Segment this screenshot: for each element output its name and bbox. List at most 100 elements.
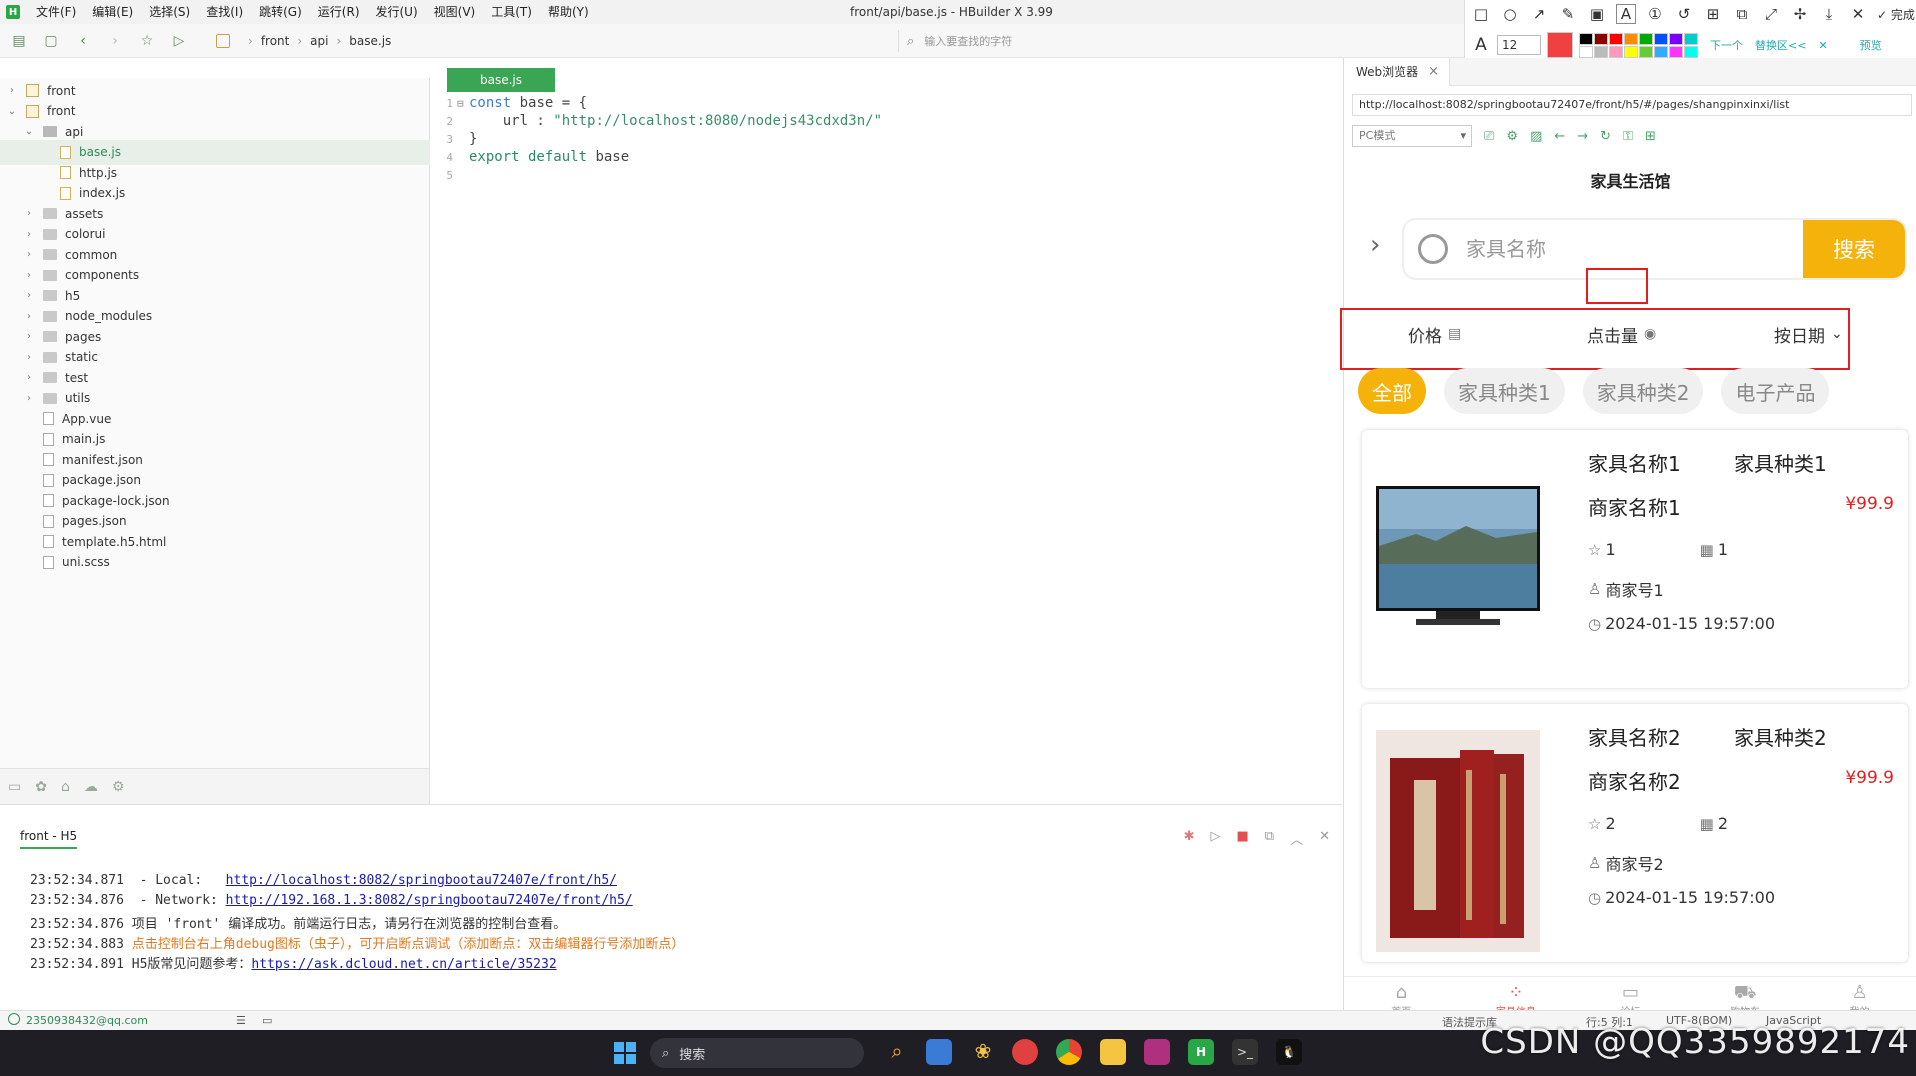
menu-item[interactable]: 工具(T) bbox=[483, 0, 540, 24]
breadcrumb-item[interactable]: api bbox=[310, 34, 328, 48]
debug-icon[interactable]: ⚙ bbox=[1506, 129, 1518, 144]
cloud-icon[interactable]: ☁ bbox=[84, 779, 98, 795]
sort-date[interactable]: 按日期 ⌄ bbox=[1774, 322, 1843, 347]
palette-swatch[interactable] bbox=[1579, 32, 1593, 45]
refresh-icon[interactable]: ↻ bbox=[1600, 129, 1611, 144]
category-chip[interactable]: 全部 bbox=[1358, 368, 1426, 414]
product-card[interactable]: 家具名称1 家具种类1 商家名称1 ¥99.9 ☆ 1 ▦ 1 ♙ 商家号1 ◷ 2024-01-15… bbox=[1362, 430, 1908, 688]
palette-swatch[interactable] bbox=[1684, 45, 1698, 58]
expand-tool-icon[interactable]: ⤢ bbox=[1761, 4, 1781, 24]
settings-icon[interactable]: ⚙ bbox=[112, 779, 125, 795]
category-chip[interactable]: 电子产品 bbox=[1721, 368, 1830, 414]
menu-item[interactable]: 视图(V) bbox=[426, 0, 484, 24]
line-number[interactable]: 3 bbox=[431, 133, 453, 146]
chevron-right-icon[interactable]: › bbox=[23, 249, 35, 260]
code-line[interactable]: 5 bbox=[431, 164, 469, 186]
chevron-right-icon[interactable]: › bbox=[23, 208, 35, 219]
terminal-icon[interactable]: ▭ bbox=[262, 1014, 272, 1027]
line-number[interactable]: 2 bbox=[431, 115, 453, 128]
line-number[interactable]: 4 bbox=[431, 151, 453, 164]
open-external-icon[interactable]: ⧉ bbox=[1265, 829, 1274, 848]
nav-back-icon[interactable]: ← bbox=[1554, 129, 1565, 144]
number-tool-icon[interactable]: ① bbox=[1645, 4, 1665, 24]
sort-clicks[interactable]: 点击量 ◉ bbox=[1587, 322, 1656, 347]
clear-icon[interactable]: ✕ bbox=[1319, 829, 1330, 848]
chevron-right-icon[interactable]: › bbox=[23, 393, 35, 404]
color-palette[interactable] bbox=[1579, 32, 1698, 58]
editor-tab-base-js[interactable]: base.js bbox=[447, 68, 555, 92]
account-label[interactable]: 2350938432@qq.com bbox=[26, 1014, 148, 1027]
palette-swatch[interactable] bbox=[1639, 45, 1653, 58]
chevron-right-icon[interactable]: › bbox=[1370, 230, 1380, 260]
qrcode-icon[interactable]: ⊞ bbox=[1645, 129, 1656, 144]
palette-swatch[interactable] bbox=[1639, 32, 1653, 45]
chevron-right-icon[interactable]: › bbox=[23, 372, 35, 383]
url-input[interactable]: http://localhost:8082/springbootau72407e… bbox=[1352, 94, 1912, 116]
next-link[interactable]: 下一个 bbox=[1710, 37, 1743, 53]
chevron-down-icon[interactable]: ⌄ bbox=[6, 106, 18, 117]
line-number[interactable]: 1 bbox=[431, 97, 453, 110]
pin-tool-icon[interactable]: ⊞ bbox=[1703, 4, 1723, 24]
sort-price[interactable]: 价格 ▤ bbox=[1408, 322, 1461, 347]
log-link[interactable]: http://192.168.1.3:8082/springbootau7240… bbox=[226, 893, 633, 908]
chevron-right-icon[interactable]: › bbox=[23, 290, 35, 301]
ellipse-tool-icon[interactable]: ○ bbox=[1500, 4, 1520, 24]
copy-tool-icon[interactable]: ⧉ bbox=[1732, 4, 1752, 24]
bank-icon[interactable]: ⌂ bbox=[61, 779, 70, 795]
browser-tab[interactable]: Web浏览器 × bbox=[1344, 57, 1451, 86]
code-editor[interactable]: base.js 1 ⊟ const base = {2 url : "http://… bbox=[431, 58, 1342, 804]
image-icon[interactable]: ▨ bbox=[1530, 129, 1542, 144]
menu-item[interactable]: 帮助(Y) bbox=[540, 0, 597, 24]
lock-icon[interactable]: ⚿ bbox=[1623, 129, 1633, 144]
plugin-icon[interactable]: ✿ bbox=[35, 779, 47, 795]
search-button[interactable]: 搜索 bbox=[1803, 220, 1905, 278]
palette-swatch[interactable] bbox=[1684, 32, 1698, 45]
product-card[interactable]: 家具名称2 家具种类2 商家名称2 ¥99.9 ☆ 2 ▦ 2 ♙ 商家号2 ◷ 2024-01-15… bbox=[1362, 704, 1908, 962]
log-link[interactable]: https://ask.dcloud.net.cn/article/35232 bbox=[251, 957, 556, 972]
forward-icon[interactable]: › bbox=[102, 28, 128, 54]
palette-swatch[interactable] bbox=[1594, 32, 1608, 45]
chevron-right-icon[interactable]: › bbox=[23, 352, 35, 363]
breadcrumb-item[interactable]: base.js bbox=[349, 34, 391, 48]
restart-icon[interactable]: ▷ bbox=[1210, 829, 1220, 848]
terminal-app-icon[interactable]: >_ bbox=[1232, 1039, 1258, 1065]
replace-link[interactable]: 替换区<< bbox=[1755, 37, 1806, 53]
nav-forward-icon[interactable]: → bbox=[1577, 129, 1588, 144]
active-color-swatch[interactable] bbox=[1547, 32, 1573, 58]
menu-item[interactable]: 跳转(G) bbox=[251, 0, 310, 24]
menu-item[interactable]: 运行(R) bbox=[310, 0, 368, 24]
menu-item[interactable]: 选择(S) bbox=[141, 0, 198, 24]
font-size-select[interactable]: 12 bbox=[1497, 35, 1541, 55]
hbuilder-icon[interactable]: H bbox=[1188, 1039, 1214, 1065]
windows-start-icon[interactable] bbox=[614, 1042, 636, 1064]
paw-app-icon[interactable]: ❀ bbox=[970, 1039, 996, 1065]
arrow-tool-icon[interactable]: ↗ bbox=[1529, 4, 1549, 24]
palette-swatch[interactable] bbox=[1609, 45, 1623, 58]
preview-button[interactable]: 预览 bbox=[1860, 37, 1882, 53]
undo-icon[interactable]: ↺ bbox=[1674, 4, 1694, 24]
taskbar-search[interactable]: ⌕ 搜索 bbox=[650, 1038, 864, 1068]
text-tool-icon[interactable]: A bbox=[1616, 4, 1636, 24]
chevron-right-icon[interactable]: › bbox=[6, 85, 18, 96]
menu-item[interactable]: 文件(F) bbox=[28, 0, 84, 24]
palette-swatch[interactable] bbox=[1624, 32, 1638, 45]
download-icon[interactable]: ⤓ bbox=[1819, 4, 1839, 24]
chevron-right-icon[interactable]: › bbox=[23, 331, 35, 342]
mail-app-icon[interactable] bbox=[926, 1039, 952, 1065]
stop-icon[interactable]: ■ bbox=[1236, 829, 1248, 848]
rectangle-tool-icon[interactable]: □ bbox=[1471, 4, 1491, 24]
palette-swatch[interactable] bbox=[1654, 32, 1668, 45]
star-icon[interactable]: ☆ bbox=[134, 28, 160, 54]
log-link[interactable]: http://localhost:8082/springbootau72407e… bbox=[226, 873, 617, 888]
chevron-right-icon[interactable]: › bbox=[23, 229, 35, 240]
jetbrains-icon[interactable] bbox=[1144, 1039, 1170, 1065]
pin-icon[interactable]: ✢ bbox=[1790, 4, 1810, 24]
menu-item[interactable]: 查找(I) bbox=[198, 0, 251, 24]
chevron-right-icon[interactable]: › bbox=[23, 270, 35, 281]
search-input[interactable] bbox=[1466, 237, 1766, 261]
run-icon[interactable]: ▷ bbox=[166, 28, 192, 54]
chevron-down-icon[interactable]: ⌄ bbox=[23, 126, 35, 137]
palette-swatch[interactable] bbox=[1654, 45, 1668, 58]
menu-item[interactable]: 编辑(E) bbox=[84, 0, 141, 24]
debug-bug-icon[interactable]: ✱ bbox=[1184, 829, 1195, 848]
